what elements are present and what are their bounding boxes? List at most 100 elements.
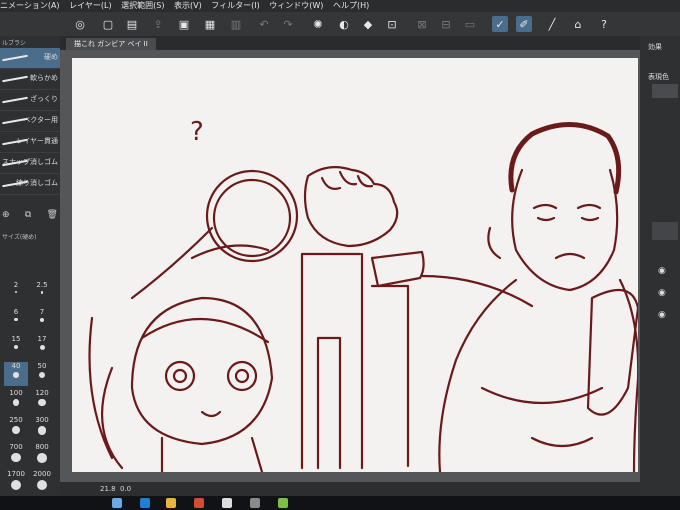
- brush-size-option[interactable]: 2.5: [30, 281, 54, 305]
- canvas-area[interactable]: ?: [60, 50, 640, 482]
- duplicate-brush-icon[interactable]: ⧉: [25, 210, 31, 222]
- brush-size-option[interactable]: 1700: [4, 470, 28, 494]
- visibility-eye-icon[interactable]: ◉: [658, 266, 666, 276]
- brush-item-hard[interactable]: 硬め: [0, 48, 60, 69]
- brush-size-dot-icon: [13, 345, 19, 350]
- brush-stroke-preview: [2, 96, 28, 104]
- brush-size-dot-icon: [40, 318, 44, 322]
- brush-size-option[interactable]: 800: [30, 443, 54, 467]
- drawing-canvas[interactable]: ?: [72, 58, 638, 472]
- clip-studio-icon[interactable]: ◎: [72, 16, 88, 32]
- brush-size-option[interactable]: 120: [30, 389, 54, 413]
- undo-icon[interactable]: ↶: [256, 16, 272, 32]
- save-icon[interactable]: ▣: [176, 16, 192, 32]
- zoom-value[interactable]: 21.8: [100, 482, 116, 496]
- man-face: [511, 168, 619, 292]
- girl-headband: [140, 317, 270, 344]
- brush-size-option[interactable]: 2: [4, 281, 28, 305]
- brush-size-option[interactable]: 7: [30, 308, 54, 332]
- angle-value[interactable]: 0.0: [120, 482, 131, 496]
- brush-size-dot-icon: [14, 318, 18, 322]
- brush-size-option[interactable]: 6: [4, 308, 28, 332]
- brush-item-snap-eraser[interactable]: スナップ消しゴム: [0, 153, 60, 174]
- girl-eye-right-swirl: [234, 368, 250, 384]
- brush-size-label: 6: [13, 308, 19, 316]
- menu-view[interactable]: 表示(V): [174, 1, 202, 10]
- mail-icon[interactable]: [222, 498, 232, 508]
- menu-help[interactable]: ヘルプ(H): [333, 1, 369, 10]
- brush-size-option[interactable]: 15: [4, 335, 28, 359]
- open-file-icon[interactable]: ▤: [124, 16, 140, 32]
- girl-mouth: [200, 410, 222, 418]
- brush-size-dot-icon: [11, 480, 21, 490]
- brush-settings-icon[interactable]: ✐: [516, 16, 532, 32]
- brush-size-option[interactable]: 700: [4, 443, 28, 467]
- forearm-strap: [370, 284, 410, 468]
- expression-color-select[interactable]: [652, 84, 678, 98]
- menu-selection[interactable]: 選択範囲(S): [121, 1, 164, 10]
- visibility-eye-icon[interactable]: ◉: [658, 310, 666, 320]
- brush-size-label: 15: [11, 335, 21, 343]
- brush-size-label: 40: [11, 362, 21, 370]
- man-ear: [487, 226, 502, 260]
- girl-eye-left-swirl: [172, 368, 188, 384]
- store-icon[interactable]: [194, 498, 204, 508]
- new-file-icon[interactable]: ▢: [100, 16, 116, 32]
- deselect-icon[interactable]: ⊠: [414, 16, 430, 32]
- hair-strands: [130, 226, 270, 300]
- brush-size-option[interactable]: 50: [30, 362, 54, 386]
- import-icon[interactable]: ▦: [202, 16, 218, 32]
- help-icon[interactable]: ?: [596, 16, 612, 32]
- visibility-eye-icon[interactable]: ◉: [658, 288, 666, 298]
- app-icon[interactable]: [250, 498, 260, 508]
- menu-animation[interactable]: ニメーション(A): [0, 1, 60, 10]
- right-panel: 効果 表現色 ◉ ◉ ◉: [640, 36, 680, 510]
- menu-window[interactable]: ウィンドウ(W): [269, 1, 323, 10]
- redo-icon[interactable]: ↷: [280, 16, 296, 32]
- add-brush-icon[interactable]: ⊕: [2, 210, 10, 222]
- brush-size-option[interactable]: 40: [4, 362, 28, 386]
- transform-icon[interactable]: ⊡: [384, 16, 400, 32]
- learn-icon[interactable]: ⌂: [570, 16, 586, 32]
- export-icon[interactable]: ⇪: [150, 16, 166, 32]
- brush-size-option[interactable]: 17: [30, 335, 54, 359]
- menu-layer[interactable]: レイヤー(L): [69, 1, 111, 10]
- loading-icon[interactable]: ✺: [310, 16, 326, 32]
- brush-size-label: 250: [9, 416, 23, 424]
- folder-icon[interactable]: [166, 498, 176, 508]
- layer-thumbnail[interactable]: [652, 222, 678, 240]
- brush-size-dot-icon: [12, 399, 20, 406]
- brush-size-option[interactable]: 2000: [30, 470, 54, 494]
- document-tab-strip: 描これ ガンビア ベイ II: [60, 36, 640, 50]
- brush-item-rough[interactable]: ざっくり: [0, 90, 60, 111]
- os-taskbar: [0, 496, 680, 510]
- brush-size-title: サイズ(硬め): [2, 234, 37, 241]
- brush-size-dot-icon: [11, 453, 21, 463]
- document-tab[interactable]: 描これ ガンビア ベイ II: [66, 38, 156, 50]
- brush-stroke-preview: [2, 75, 28, 83]
- expression-color-label: 表現色: [648, 73, 669, 81]
- print-icon[interactable]: ▥: [228, 16, 244, 32]
- brush-size-dot-icon: [12, 426, 20, 434]
- delete-brush-icon[interactable]: 🗑: [47, 210, 58, 222]
- brush-item-through-layer[interactable]: レイヤー貫通: [0, 132, 60, 153]
- menu-filter[interactable]: フィルター(I): [211, 1, 259, 10]
- search-icon[interactable]: [112, 498, 122, 508]
- ruler-icon[interactable]: ╱: [544, 16, 560, 32]
- brush-item-vector[interactable]: ベクター用: [0, 111, 60, 132]
- brush-item-soft[interactable]: 軟らかめ: [0, 69, 60, 90]
- brush-size-dot-icon: [37, 453, 47, 463]
- brush-size-option[interactable]: 100: [4, 389, 28, 413]
- brush-item-kneaded-eraser[interactable]: 練り消しゴム: [0, 174, 60, 195]
- brush-size-option[interactable]: 300: [30, 416, 54, 440]
- selection-border-icon[interactable]: ▭: [462, 16, 478, 32]
- fill-icon[interactable]: ◆: [360, 16, 376, 32]
- edge-icon[interactable]: [140, 498, 150, 508]
- clip-studio-taskbar-icon[interactable]: [278, 498, 288, 508]
- pen-pressure-icon[interactable]: ✓: [492, 16, 508, 32]
- brush-size-option[interactable]: 250: [4, 416, 28, 440]
- brush-size-dot-icon: [37, 426, 47, 435]
- clear-icon[interactable]: ◐: [336, 16, 352, 32]
- arm-guard: [300, 252, 364, 470]
- invert-selection-icon[interactable]: ⊟: [438, 16, 454, 32]
